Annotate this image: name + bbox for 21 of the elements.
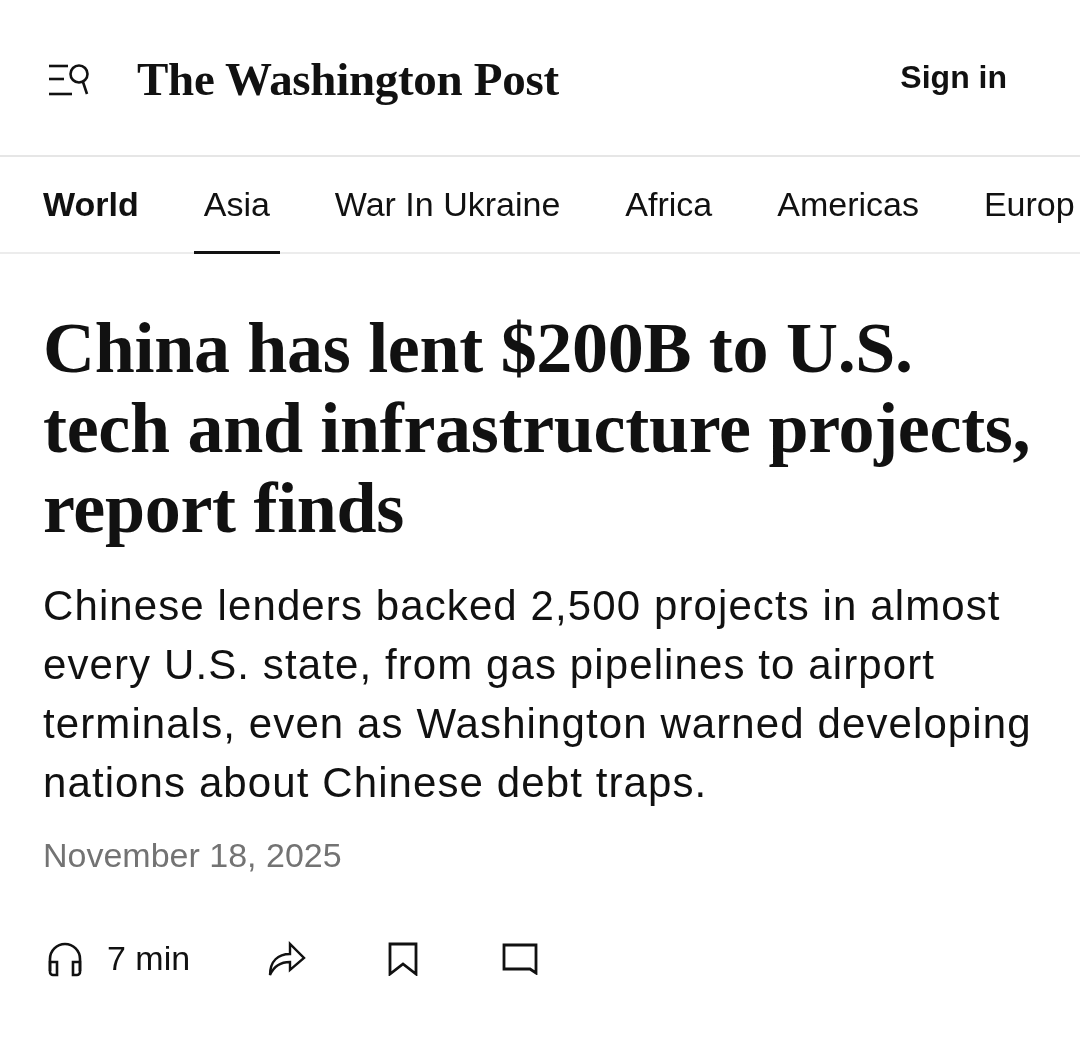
bookmark-button[interactable] — [388, 941, 419, 976]
comment-icon — [502, 942, 539, 975]
headphones-icon — [47, 940, 83, 977]
share-button[interactable] — [268, 940, 307, 977]
comment-button[interactable] — [502, 942, 539, 975]
nav-tab[interactable]: Africa — [615, 157, 723, 254]
menu-button[interactable] — [48, 61, 90, 98]
headline: China has lent $200B to U.S. tech and infrastructure projects, report finds — [43, 308, 1032, 548]
logo[interactable]: The Washington Post — [137, 51, 559, 106]
publish-date: November 18, 2025 — [43, 836, 343, 875]
nav-tab[interactable]: World — [33, 157, 149, 254]
nav-tab[interactable]: Americas — [767, 157, 929, 254]
bookmark-icon — [388, 941, 419, 976]
nav-tab[interactable]: Asia — [193, 157, 280, 254]
summary-text: Chinese lenders backed 2,500 projects in almost every U.S. state, from gas pipelines to airport terminals, even as Washington warned developing nations about Chinese debt traps. — [43, 581, 1033, 808]
nav-tab[interactable]: Europ — [973, 157, 1080, 254]
nav-tab[interactable]: War In Ukraine — [324, 157, 571, 254]
menu-search-icon — [48, 61, 90, 98]
listen-button[interactable]: 7 min — [47, 939, 191, 978]
share-icon — [268, 940, 307, 977]
sign-in-button[interactable]: Sign in — [900, 59, 1007, 96]
